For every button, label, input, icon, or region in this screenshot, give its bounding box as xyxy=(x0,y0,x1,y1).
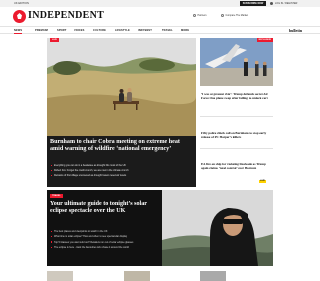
secondary-story-headline[interactable]: Fifty police chiefs call on Burnham to s… xyxy=(201,131,273,139)
subscribe-button[interactable]: SUBSCRIBE NOW xyxy=(240,1,266,6)
related-link[interactable]: Remains of first village uncovered as dr… xyxy=(51,173,193,178)
nav-sport[interactable]: SPORT xyxy=(57,29,66,32)
lead-story-related-list: Everything you can do in a heatwave as d… xyxy=(51,163,193,178)
nav-news[interactable]: NEWS xyxy=(14,29,23,34)
live-label: LIVE xyxy=(259,180,266,183)
login-label: LOG IN / REGISTER xyxy=(275,1,298,5)
nav-premium[interactable]: PREMIUM xyxy=(35,29,48,32)
story-thumbnail[interactable] xyxy=(124,271,150,281)
story-thumbnail[interactable] xyxy=(200,271,226,281)
partners-icon xyxy=(193,14,196,17)
aircraft-scene-illustration xyxy=(200,38,273,86)
feature-story[interactable]: TRAVEL Your ultimate guide to tonight’s … xyxy=(47,190,273,266)
feature-related-list: The best places and viewpoints to watch … xyxy=(51,229,159,250)
travel-badge: TRAVEL xyxy=(50,194,63,198)
nav-more[interactable]: MORE xyxy=(181,29,189,32)
main-navigation: NEWS PREMIUM SPORT VOICES CULTURE LIFEST… xyxy=(0,26,320,34)
feature-story-headline[interactable]: Your ultimate guide to tonight’s solar e… xyxy=(50,201,158,215)
lead-story[interactable]: LIVE Burnham to chair Cobra meeting on e… xyxy=(47,38,196,187)
partners-label: Partners xyxy=(197,14,207,18)
top-utility-bar: UK EDITION SUBSCRIBE NOW LOG IN / REGIST… xyxy=(0,0,320,7)
sponsor-label: Compare The Market xyxy=(225,14,249,18)
lead-story-image[interactable]: LIVE xyxy=(47,38,196,136)
divider xyxy=(200,116,273,117)
sponsor-link[interactable]: Compare The Market xyxy=(221,14,248,17)
drought-field-illustration xyxy=(47,38,196,136)
edition-selector[interactable]: UK EDITION xyxy=(14,2,29,5)
sponsor-icon xyxy=(221,14,224,17)
lead-story-headline[interactable]: Burnham to chair Cobra meeting on extrem… xyxy=(50,139,193,153)
login-link[interactable]: LOG IN / REGISTER xyxy=(270,1,298,6)
secondary-story-image[interactable]: EXCLUSIVE xyxy=(200,38,273,86)
exclusive-badge: EXCLUSIVE xyxy=(256,38,273,42)
user-icon xyxy=(270,1,273,5)
secondary-story-headline[interactable]: EA fire on ship for violating blockade a… xyxy=(201,162,273,170)
site-logo-text[interactable]: INDEPENDENT xyxy=(28,10,104,21)
related-link[interactable]: The eclipse is here - track the favourit… xyxy=(51,245,159,250)
secondary-story-headline[interactable]: ‘I was at greatest risk’: Trump defends … xyxy=(201,92,273,100)
live-badge: LIVE xyxy=(50,38,59,42)
independent-eagle-logo[interactable] xyxy=(13,10,26,23)
nav-voices[interactable]: VOICES xyxy=(74,29,84,32)
partners-link[interactable]: Partners xyxy=(193,14,207,17)
bulletin-link[interactable]: bulletin xyxy=(289,28,302,33)
eclipse-viewer-illustration xyxy=(162,190,273,266)
divider xyxy=(200,148,273,149)
nav-culture[interactable]: CULTURE xyxy=(93,29,106,32)
feature-story-image[interactable] xyxy=(162,190,273,266)
nav-indybest[interactable]: INDYBEST xyxy=(138,29,152,32)
masthead: INDEPENDENT Partners Compare The Market xyxy=(0,7,320,26)
nav-travel[interactable]: TRAVEL xyxy=(162,29,173,32)
story-thumbnail[interactable] xyxy=(47,271,73,281)
nav-lifestyle[interactable]: LIFESTYLE xyxy=(115,29,130,32)
